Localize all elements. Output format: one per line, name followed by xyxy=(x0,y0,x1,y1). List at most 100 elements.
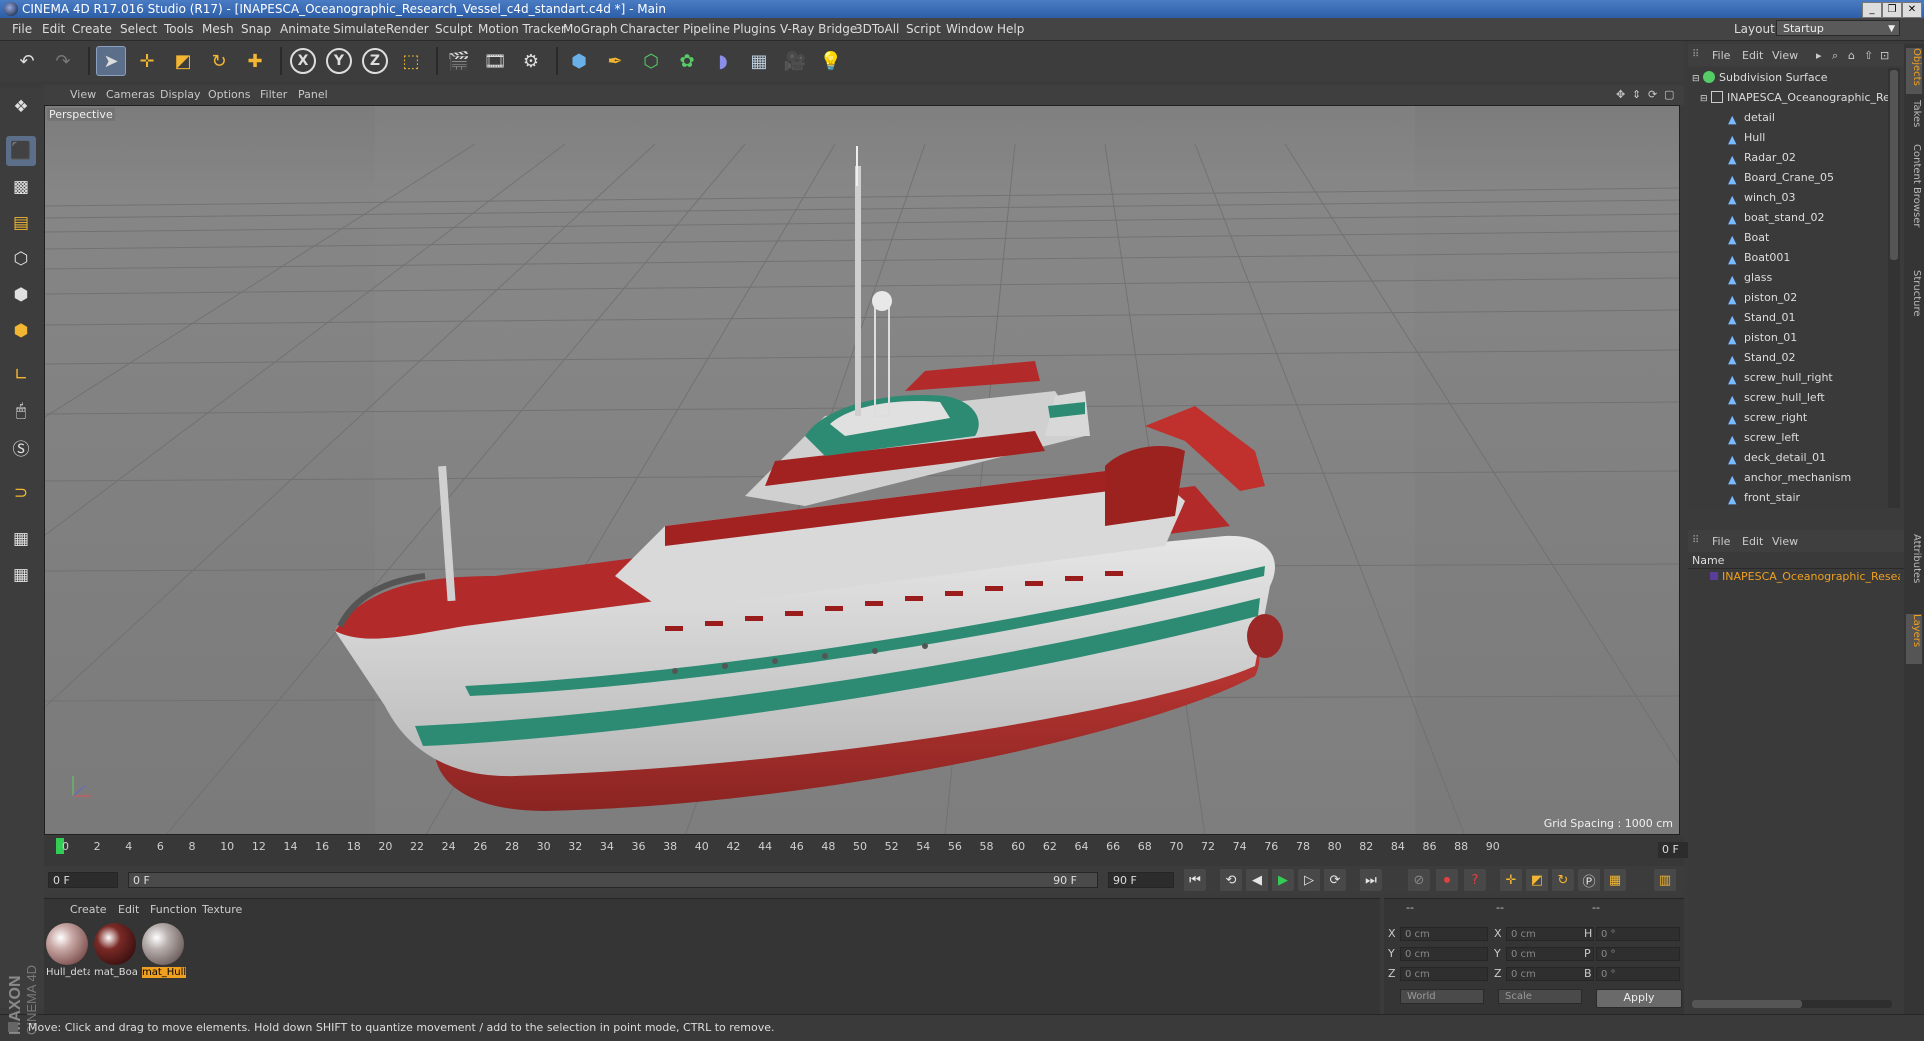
menu-3dtoall[interactable]: 3DToAll xyxy=(855,22,899,36)
floor-icon[interactable]: ▦ xyxy=(744,46,774,76)
tab-structure[interactable]: Structure xyxy=(1906,270,1922,330)
menu-plugins[interactable]: Plugins xyxy=(733,22,776,36)
layer-horizontal-scrollbar[interactable] xyxy=(1692,1000,1892,1008)
rot-b-field[interactable]: 0 ° xyxy=(1596,967,1680,981)
menu-snap[interactable]: Snap xyxy=(241,22,271,36)
coordinate-mode-dropdown[interactable]: World xyxy=(1400,989,1484,1004)
timeline-ruler[interactable]: 0 2 4 6 8 10 12 14 16 18 20 22 24 26 28 30 32 34 36 38 40 42 4… xyxy=(44,836,1720,866)
object-row[interactable]: ▲ Radar_02 xyxy=(1688,148,1888,168)
menu-create[interactable]: Create xyxy=(72,22,112,36)
layers-menu-edit[interactable]: Edit xyxy=(1742,535,1763,548)
object-row[interactable]: ▲ piston_02 xyxy=(1688,288,1888,308)
key-position-icon[interactable]: ✛ xyxy=(1500,869,1522,891)
viewport-maximize-icon[interactable]: ▢ xyxy=(1664,88,1674,101)
timeline-window-icon[interactable]: ▥ xyxy=(1654,869,1676,891)
key-pla-icon[interactable]: ▦ xyxy=(1604,869,1626,891)
viewport-move-icon[interactable]: ✥ xyxy=(1616,88,1625,101)
menu-help[interactable]: Help xyxy=(997,22,1024,36)
objects-menu-edit[interactable]: Edit xyxy=(1742,49,1763,62)
object-row[interactable]: ▲ screw_hull_right xyxy=(1688,368,1888,388)
menu-script[interactable]: Script xyxy=(906,22,941,36)
object-row-subdivision[interactable]: ⊟ Subdivision Surface xyxy=(1688,68,1888,88)
play-icon[interactable]: ▶ xyxy=(1272,869,1294,891)
render-settings-icon[interactable]: ⚙ xyxy=(516,46,546,76)
next-key-icon[interactable]: ⟳ xyxy=(1324,869,1346,891)
viewport-menu-options[interactable]: Options xyxy=(208,88,250,101)
menu-character[interactable]: Character xyxy=(620,22,679,36)
pen-spline-icon[interactable]: ✒ xyxy=(600,46,630,76)
keyframe-selection-icon[interactable]: ? xyxy=(1464,869,1486,891)
redo-icon[interactable]: ↷ xyxy=(48,46,78,76)
apply-button[interactable]: Apply xyxy=(1596,989,1682,1008)
perspective-viewport[interactable]: Perspective Grid Spacing : 1000 cm xyxy=(44,105,1680,835)
edges-mode-icon[interactable]: ⬢ xyxy=(6,280,36,310)
preview-range-slider[interactable]: 0 F 90 F xyxy=(128,872,1098,888)
end-frame-field[interactable]: 90 F xyxy=(1108,872,1174,888)
object-row[interactable]: ▲ Board_Crane_05 xyxy=(1688,168,1888,188)
object-manager-scrollbar[interactable] xyxy=(1888,68,1900,508)
menu-simulate[interactable]: Simulate xyxy=(333,22,386,36)
menu-select[interactable]: Select xyxy=(120,22,157,36)
cloner-icon[interactable]: ✿ xyxy=(672,46,702,76)
layers-menu-file[interactable]: File xyxy=(1712,535,1730,548)
rot-h-field[interactable]: 0 ° xyxy=(1596,927,1680,941)
pos-x-field[interactable]: 0 cm xyxy=(1400,927,1488,941)
camera-icon[interactable]: 🎥 xyxy=(780,46,810,76)
z-axis-icon[interactable]: Z xyxy=(360,46,390,76)
object-row[interactable]: ▲ screw_left xyxy=(1688,428,1888,448)
key-parameter-icon[interactable]: Ⓟ xyxy=(1578,869,1600,891)
object-row[interactable]: ▲ screw_right xyxy=(1688,408,1888,428)
panel-grip-icon[interactable]: ⠿ xyxy=(1692,49,1699,60)
material-menu-edit[interactable]: Edit xyxy=(118,903,139,916)
record-active-objects-icon[interactable]: ⊘ xyxy=(1408,869,1430,891)
previous-frame-icon[interactable]: ◀ xyxy=(1246,869,1268,891)
size-z-field[interactable]: 0 cm xyxy=(1506,967,1594,981)
object-row[interactable]: ▲ Stand_02 xyxy=(1688,348,1888,368)
menu-render[interactable]: Render xyxy=(386,22,429,36)
menu-vray-bridge[interactable]: V-Ray Bridge xyxy=(780,22,857,36)
menu-tools[interactable]: Tools xyxy=(164,22,194,36)
object-row[interactable]: ▲ deck_detail_01 xyxy=(1688,448,1888,468)
undo-icon[interactable]: ↶ xyxy=(12,46,42,76)
scrollbar-thumb[interactable] xyxy=(1890,70,1898,260)
viewport-menu-panel[interactable]: Panel xyxy=(298,88,328,101)
move-icon[interactable]: ✛ xyxy=(132,46,162,76)
object-row[interactable]: ▲ Boat001 xyxy=(1688,248,1888,268)
tweak-mode-icon[interactable]: 🖱 xyxy=(6,396,36,426)
pos-z-field[interactable]: 0 cm xyxy=(1400,967,1488,981)
select-arrow-icon[interactable]: ➤ xyxy=(96,46,126,76)
minimize-button[interactable]: _ xyxy=(1862,2,1882,18)
key-rotation-icon[interactable]: ↻ xyxy=(1552,869,1574,891)
menu-sculpt[interactable]: Sculpt xyxy=(435,22,472,36)
object-row[interactable]: ▲ anchor_mechanism xyxy=(1688,468,1888,488)
menu-file[interactable]: File xyxy=(12,22,32,36)
tab-attributes[interactable]: Attributes xyxy=(1906,534,1922,604)
pos-y-field[interactable]: 0 cm xyxy=(1400,947,1488,961)
search-icon[interactable]: ⌕ xyxy=(1832,49,1838,63)
material-menu-texture[interactable]: Texture xyxy=(202,903,242,916)
menu-window[interactable]: Window xyxy=(946,22,993,36)
maximize-button[interactable]: ❐ xyxy=(1882,2,1902,18)
go-to-end-icon[interactable]: ⏭ xyxy=(1360,869,1382,891)
object-row[interactable]: ▲ boat_stand_02 xyxy=(1688,208,1888,228)
workplane-icon[interactable]: ▤ xyxy=(6,208,36,238)
up-arrow-icon[interactable]: ⇧ xyxy=(1864,49,1873,62)
magnet-icon[interactable]: ⊃ xyxy=(6,478,36,508)
material-menu-create[interactable]: Create xyxy=(70,903,107,916)
size-y-field[interactable]: 0 cm xyxy=(1506,947,1594,961)
object-row[interactable]: ▲ front_stair xyxy=(1688,488,1888,508)
tab-layers[interactable]: Layers xyxy=(1906,614,1922,664)
material-swatch[interactable]: Hull_deta xyxy=(46,923,90,991)
start-frame-field[interactable]: 0 F xyxy=(48,872,118,888)
object-row-model[interactable]: ⊟ INAPESCA_Oceanographic_Resea xyxy=(1688,88,1888,108)
size-x-field[interactable]: 0 cm xyxy=(1506,927,1594,941)
tab-content-browser[interactable]: Content Browser xyxy=(1906,144,1922,264)
objects-menu-view[interactable]: View xyxy=(1772,49,1798,62)
points-mode-icon[interactable]: ⬡ xyxy=(6,244,36,274)
tab-takes[interactable]: Takes xyxy=(1906,100,1922,140)
menu-pipeline[interactable]: Pipeline xyxy=(683,22,730,36)
viewport-menu-display[interactable]: Display xyxy=(160,88,201,101)
enable-axis-icon[interactable]: ▦ xyxy=(6,524,36,554)
menu-animate[interactable]: Animate xyxy=(280,22,330,36)
texture-mode-icon[interactable]: ▩ xyxy=(6,172,36,202)
